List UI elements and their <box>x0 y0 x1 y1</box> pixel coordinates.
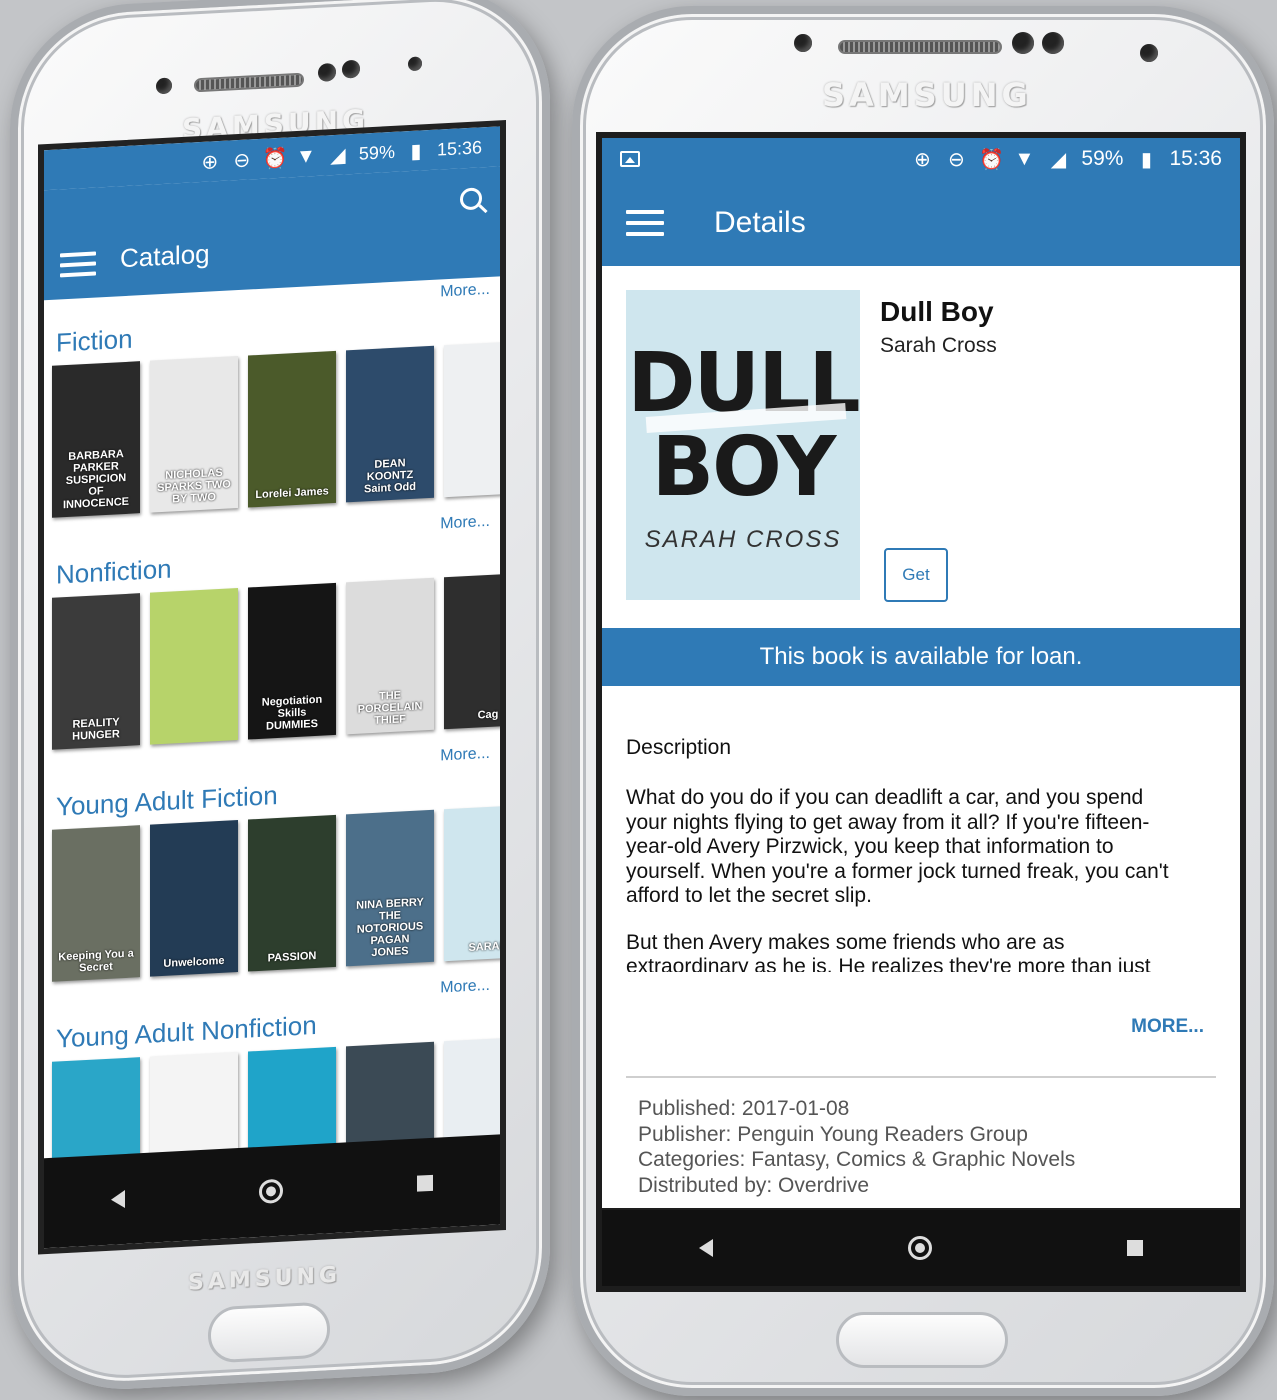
page-title: Details <box>714 206 806 239</box>
catalog-section: More... Fiction BARBARA PARKER SUSPICION O… <box>44 276 506 532</box>
book-cover[interactable]: NINA BERRY THE NOTORIOUS PAGAN JONES <box>346 809 434 967</box>
battery-icon: ▮ <box>1140 148 1152 171</box>
get-button[interactable]: Get <box>884 548 948 602</box>
book-shelf: Keeping You a Secret Unwelcome PASSION NINA… <box>52 804 506 982</box>
search-icon[interactable] <box>460 187 482 211</box>
catalog-section: More... Young Adult Fiction Keeping You a … <box>44 740 506 996</box>
app-bar: Details <box>602 180 1240 266</box>
categories: Categories: Fantasy, Comics & Graphic No… <box>638 1148 1076 1171</box>
book-cover[interactable]: Negotiation Skills DUMMIES <box>248 582 336 740</box>
book-cover[interactable]: REALITY HUNGER <box>52 593 140 750</box>
wifi-icon: ▼ <box>1014 147 1035 170</box>
cover-author: SARAH CROSS <box>644 526 842 553</box>
details-screen: ⊕ ⊖ ⏰ ▼ ◢ 59% ▮ 15:36 Details DULL BOY S… <box>596 132 1246 1292</box>
home-button[interactable] <box>836 1312 1008 1368</box>
publisher: Publisher: Penguin Young Readers Group <box>638 1122 1028 1146</box>
front-camera <box>794 34 812 52</box>
dnd-icon: ⊖ <box>233 148 251 172</box>
distributor: Distributed by: Overdrive <box>638 1173 870 1197</box>
section-more-link[interactable]: More... <box>440 281 490 302</box>
book-cover[interactable]: PASSION <box>248 814 336 972</box>
book-cover[interactable] <box>444 340 506 498</box>
dnd-icon: ⊖ <box>948 148 965 171</box>
home-icon[interactable] <box>259 1178 283 1204</box>
sensor-dot <box>318 62 336 82</box>
sync-icon: ⊕ <box>914 148 931 171</box>
alarm-icon: ⏰ <box>262 146 288 171</box>
more-link[interactable]: MORE... <box>1131 1016 1204 1038</box>
book-cover[interactable]: Lorelei James <box>248 350 336 508</box>
battery-percent: 59% <box>358 141 395 164</box>
catalog-sections: More... Fiction BARBARA PARKER SUSPICION O… <box>44 276 506 1228</box>
back-icon[interactable] <box>699 1239 714 1257</box>
status-time: 15:36 <box>1169 147 1222 170</box>
wifi-icon: ▼ <box>296 144 316 168</box>
back-icon[interactable] <box>111 1189 125 1209</box>
earpiece-speaker <box>194 72 304 93</box>
menu-icon[interactable] <box>626 210 664 236</box>
earpiece-speaker <box>838 40 1002 54</box>
alarm-icon: ⏰ <box>979 148 1005 171</box>
page-title: Catalog <box>120 238 210 274</box>
book-cover[interactable]: DEAN KOONTZ Saint Odd <box>346 345 434 503</box>
book-cover[interactable] <box>150 588 238 745</box>
book-cover[interactable]: Unwelcome <box>150 820 238 977</box>
catalog-screen: ⊕ ⊖ ⏰ ▼ ◢ 59% ▮ 15:36 Catalog More... Fic… <box>38 120 506 1255</box>
signal-icon: ◢ <box>1050 148 1067 171</box>
front-camera <box>156 77 172 95</box>
divider <box>626 1076 1216 1078</box>
book-title: Dull Boy <box>880 296 994 327</box>
description-heading: Description <box>626 736 732 759</box>
description-text: What do you do if you can deadlift a car… <box>626 786 1186 972</box>
book-cover[interactable]: SARAH <box>444 804 506 962</box>
status-icons: ⊕ ⊖ ⏰ ▼ ◢ 59% ▮ 15:36 <box>911 147 1222 172</box>
section-more-link[interactable]: More... <box>440 745 490 766</box>
sensor-dot <box>1012 32 1034 54</box>
section-more-link[interactable]: More... <box>440 513 490 534</box>
book-author: Sarah Cross <box>880 334 997 357</box>
section-title[interactable]: Nonfiction <box>56 554 172 591</box>
section-title[interactable]: Fiction <box>56 324 133 359</box>
published-date: Published: 2017-01-08 <box>638 1097 850 1120</box>
book-cover[interactable]: THE PORCELAIN THIEF <box>346 577 434 735</box>
section-more-link[interactable]: More... <box>440 977 490 998</box>
navigation-bar <box>602 1210 1240 1286</box>
signal-icon: ◢ <box>330 143 346 167</box>
right-phone: SAMSUNG ⊕ ⊖ ⏰ ▼ ◢ 59% ▮ 15:36 Details DU… <box>572 6 1274 1396</box>
catalog-section: More... Nonfiction REALITY HUNGER Negotiati… <box>44 508 506 764</box>
sensor-dot <box>342 59 360 79</box>
description-paragraph: What do you do if you can deadlift a car… <box>626 786 1169 907</box>
book-cover[interactable]: Keeping You a Secret <box>52 825 140 982</box>
front-camera <box>1140 44 1158 62</box>
recents-icon[interactable] <box>417 1174 433 1192</box>
book-cover[interactable]: BARBARA PARKER SUSPICION OF INNOCENCE <box>52 361 140 518</box>
status-time: 15:36 <box>436 136 482 160</box>
sensor-dot <box>1042 32 1064 54</box>
book-shelf: BARBARA PARKER SUSPICION OF INNOCENCE NIC… <box>52 340 506 518</box>
brand-logo: SAMSUNG <box>822 76 1032 114</box>
image-notification-icon <box>620 151 640 167</box>
availability-banner: This book is available for loan. <box>602 628 1240 686</box>
details-content: DULL BOY SARAH CROSS Dull Boy Sarah Cros… <box>602 266 1240 1208</box>
section-title[interactable]: Young Adult Fiction <box>56 780 278 823</box>
front-camera <box>408 56 422 72</box>
status-bar: ⊕ ⊖ ⏰ ▼ ◢ 59% ▮ 15:36 <box>602 138 1240 180</box>
home-icon[interactable] <box>907 1236 932 1260</box>
battery-icon: ▮ <box>410 139 422 163</box>
book-cover[interactable]: Cag <box>444 572 506 730</box>
recents-icon[interactable] <box>1126 1240 1143 1256</box>
section-title[interactable]: Young Adult Nonfiction <box>56 1010 317 1055</box>
book-shelf: REALITY HUNGER Negotiation Skills DUMMIES… <box>52 572 506 750</box>
home-button[interactable] <box>208 1301 330 1364</box>
book-cover[interactable]: DULL BOY SARAH CROSS <box>626 290 860 600</box>
brand-logo: SAMSUNG <box>188 1262 341 1296</box>
sync-icon: ⊕ <box>201 150 219 174</box>
description-paragraph: But then Avery makes some friends who ar… <box>626 930 1151 973</box>
book-metadata: Published: 2017-01-08 Publisher: Penguin… <box>638 1096 1075 1198</box>
left-phone: SAMSUNG ⊕ ⊖ ⏰ ▼ ◢ 59% ▮ 15:36 Catalog Mo… <box>10 0 550 1395</box>
battery-percent: 59% <box>1081 147 1124 170</box>
book-cover[interactable]: NICHOLAS SPARKS TWO BY TWO <box>150 356 238 513</box>
menu-icon[interactable] <box>60 251 96 278</box>
